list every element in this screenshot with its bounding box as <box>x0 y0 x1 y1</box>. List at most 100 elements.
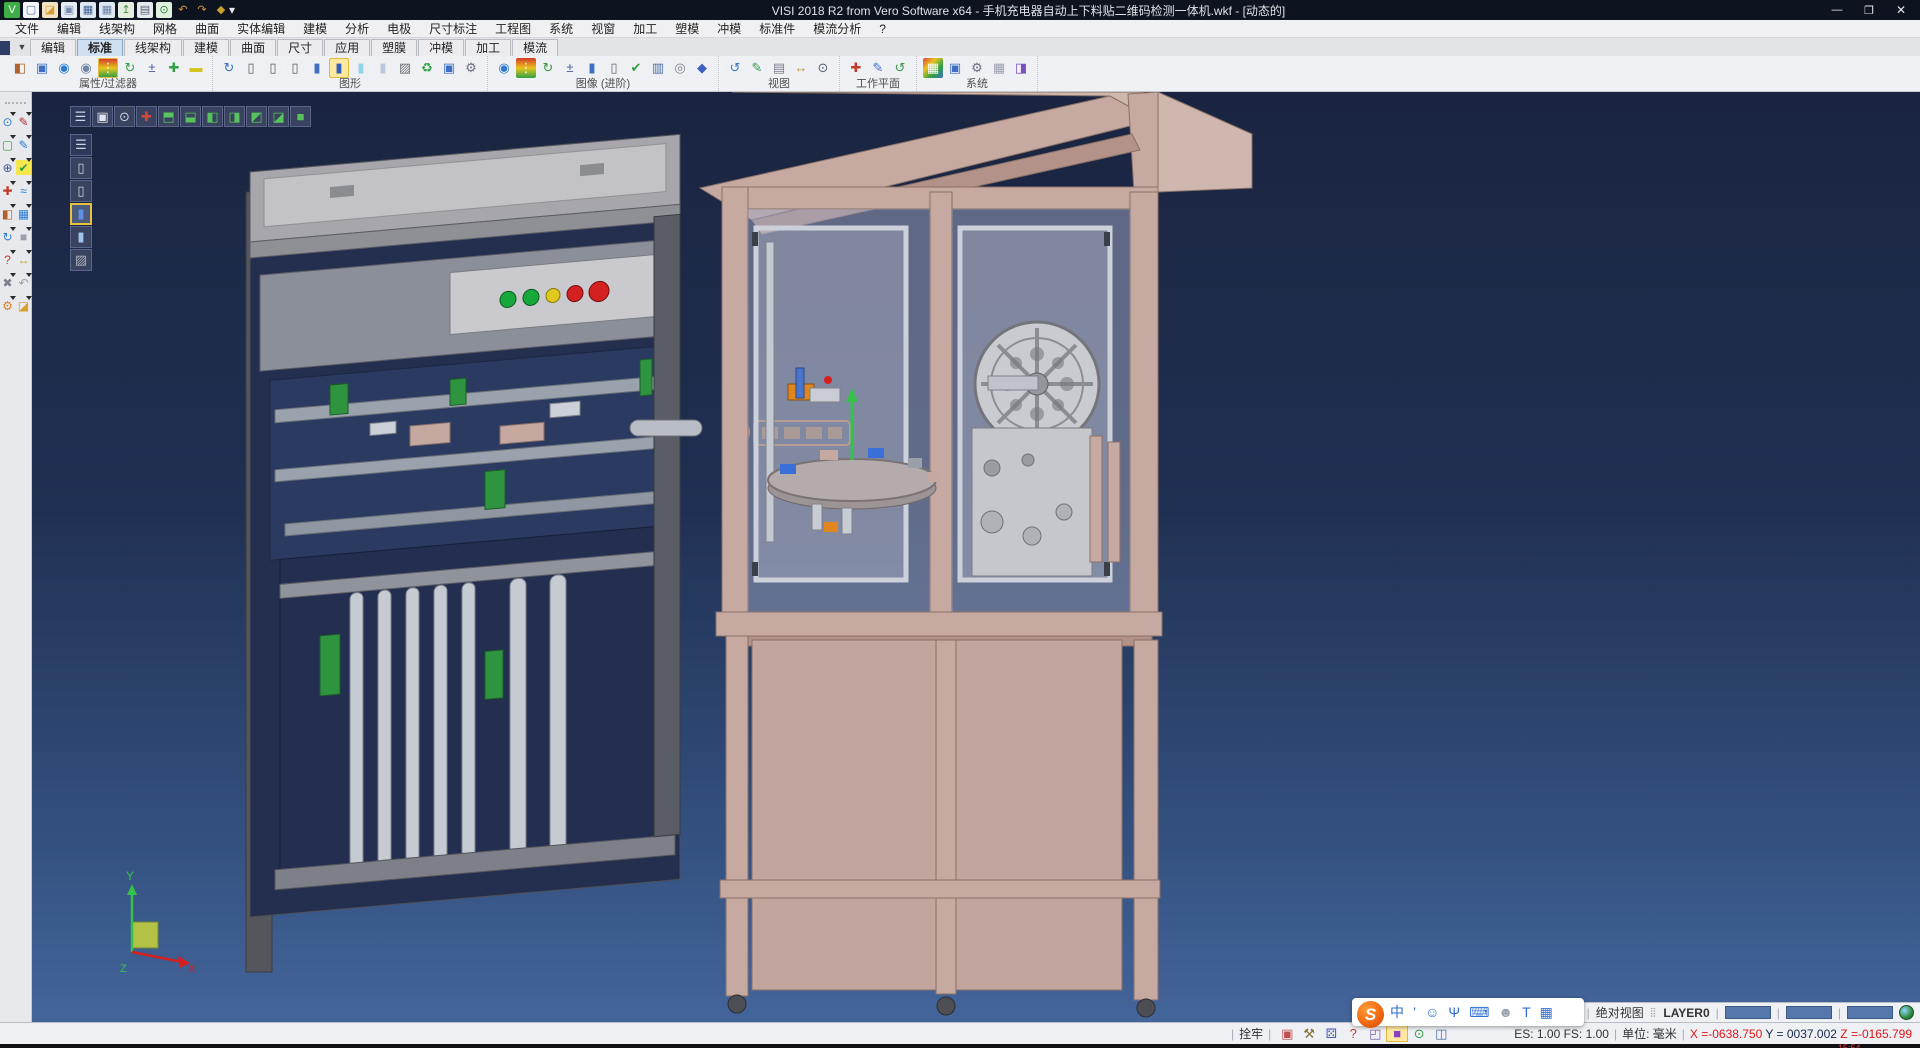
menu-item[interactable]: 实体编辑 <box>228 20 294 38</box>
redo-icon[interactable]: ↷ <box>194 2 210 18</box>
traffic-light-icon[interactable]: ⋮ <box>98 58 118 78</box>
layer-label[interactable]: LAYER0 <box>1663 1006 1709 1020</box>
status-cube-icon[interactable]: ■ <box>1386 1025 1408 1042</box>
tab-dimension[interactable]: 尺寸 <box>277 39 323 56</box>
fit-plane-icon[interactable]: ▢ <box>0 137 15 152</box>
ime-skin-icon[interactable]: T <box>1522 1005 1531 1019</box>
cylinder-recycle-icon[interactable]: ♻ <box>417 58 437 78</box>
shade-refresh-icon[interactable]: ↻ <box>219 58 239 78</box>
view-left-icon[interactable]: ◧ <box>202 106 223 127</box>
ime-person-icon[interactable]: ☻ <box>1498 1005 1513 1019</box>
save-icon[interactable]: ▦ <box>80 2 96 18</box>
status-split-icon[interactable]: ◫ <box>1430 1025 1452 1042</box>
eye-refresh-icon[interactable]: ↻ <box>120 58 140 78</box>
visi-logo-icon[interactable]: V <box>4 2 20 18</box>
menu-item[interactable]: ? <box>870 20 895 38</box>
view-front-icon[interactable]: ◩ <box>246 106 267 127</box>
display-tools-icon[interactable]: ⚙ <box>461 58 481 78</box>
ime-toolbox-icon[interactable]: ▦ <box>1540 1005 1553 1019</box>
recent-icon[interactable]: ◆ <box>213 2 229 18</box>
attr-images-icon[interactable]: ▣ <box>32 58 52 78</box>
view-section-icon[interactable]: ▤ <box>769 58 789 78</box>
ime-emoji-icon[interactable]: ☺ <box>1425 1005 1439 1019</box>
shade-hidden-icon[interactable]: ▯ <box>70 180 92 202</box>
machining-icon[interactable]: ⚙ <box>0 298 15 313</box>
adv-shield-icon[interactable]: ◆ <box>692 58 712 78</box>
measure-icon[interactable]: ↔ <box>16 252 31 267</box>
open-file-icon[interactable]: ◪ <box>42 2 58 18</box>
menu-item[interactable]: 工程图 <box>486 20 540 38</box>
maximize-button[interactable]: ❐ <box>1854 1 1884 19</box>
cylinder-shaded-active-icon[interactable]: ▮ <box>329 58 349 78</box>
cylinder-shaded-icon[interactable]: ▮ <box>307 58 327 78</box>
ime-logo-icon[interactable]: S <box>1357 1001 1384 1028</box>
attr-paint-icon[interactable]: ◧ <box>10 58 30 78</box>
cylinder-transparent-icon[interactable]: ▮ <box>351 58 371 78</box>
shade-wireframe-icon[interactable]: ▯ <box>70 157 92 179</box>
undo-tool-icon[interactable]: ↶ <box>16 275 31 290</box>
globe-icon[interactable] <box>1899 1005 1914 1020</box>
tab-edit[interactable]: 编辑 <box>30 39 76 56</box>
ime-mic-icon[interactable]: Ψ <box>1448 1005 1460 1019</box>
regen-icon[interactable]: ↻ <box>0 229 15 244</box>
edit-erase-icon[interactable]: ✎ <box>16 114 31 129</box>
status-help-icon[interactable]: ? <box>1342 1025 1364 1042</box>
tab-machining[interactable]: 加工 <box>465 39 511 56</box>
color-grid-icon[interactable]: ▦ <box>923 58 943 78</box>
view-back-icon[interactable]: ◪ <box>268 106 289 127</box>
menu-item[interactable]: 系统 <box>540 20 582 38</box>
menu-item[interactable]: 编辑 <box>48 20 90 38</box>
tab-dropdown-icon[interactable]: ▼ <box>14 39 30 56</box>
zoom-highlight-icon[interactable]: ⊙ <box>0 114 15 129</box>
undo-icon[interactable]: ↶ <box>175 2 191 18</box>
tab-modeling[interactable]: 建模 <box>183 39 229 56</box>
adv-refresh-icon[interactable]: ↻ <box>538 58 558 78</box>
layers-icon[interactable]: ◨ <box>1011 58 1031 78</box>
import-icon[interactable]: ▣ <box>61 2 77 18</box>
view-bottom-icon[interactable]: ⬓ <box>180 106 201 127</box>
help-query-icon[interactable]: ? <box>0 252 15 267</box>
adv-cylinder-blue-icon[interactable]: ▮ <box>582 58 602 78</box>
menu-item[interactable]: 模流分析 <box>804 20 870 38</box>
adv-traffic-icon[interactable]: ⋮ <box>516 58 536 78</box>
menu-item[interactable]: 塑模 <box>666 20 708 38</box>
menu-item[interactable]: 视窗 <box>582 20 624 38</box>
wcs-icon[interactable]: ✚ <box>0 183 15 198</box>
status-snap-icon[interactable]: ⚄ <box>1320 1025 1342 1042</box>
eye-minus-icon[interactable]: ▬ <box>186 58 206 78</box>
solid-cube-icon[interactable]: ■ <box>16 229 31 244</box>
menu-item[interactable]: 冲模 <box>708 20 750 38</box>
view-top-icon[interactable]: ⬒ <box>158 106 179 127</box>
ime-punct-icon[interactable]: ’ <box>1413 1005 1416 1019</box>
view-orbit-icon[interactable]: ↺ <box>725 58 745 78</box>
fit-view-icon[interactable]: ▣ <box>92 106 113 127</box>
menu-item[interactable]: 分析 <box>336 20 378 38</box>
spline-edit-icon[interactable]: ✎ <box>16 137 31 152</box>
workplane-reset-icon[interactable]: ↺ <box>890 58 910 78</box>
ime-keyboard-icon[interactable]: ⌨ <box>1469 1005 1489 1019</box>
view-name-label[interactable]: 绝对视图 <box>1596 1004 1644 1021</box>
adv-wireball-icon[interactable]: ◎ <box>670 58 690 78</box>
view-iso-icon[interactable]: ■ <box>290 106 311 127</box>
tab-progress[interactable]: 冲模 <box>418 39 464 56</box>
view-right-icon[interactable]: ◨ <box>224 106 245 127</box>
tab-surface[interactable]: 曲面 <box>230 39 276 56</box>
menu-item[interactable]: 标准件 <box>750 20 804 38</box>
adv-cylinder-wire-icon[interactable]: ▯ <box>604 58 624 78</box>
cylinder-wire-icon[interactable]: ▯ <box>241 58 261 78</box>
status-clock-icon[interactable]: ⊙ <box>1408 1025 1430 1042</box>
workplane-edit-icon[interactable]: ✎ <box>868 58 888 78</box>
shade-edges-icon[interactable]: ▮ <box>70 226 92 248</box>
export-icon[interactable]: ↥ <box>118 2 134 18</box>
toolbar-grip[interactable] <box>5 102 26 108</box>
workplane-xyz-icon[interactable]: ✚ <box>846 58 866 78</box>
adv-eye-icon[interactable]: ◉ <box>494 58 514 78</box>
cylinder-flat-icon[interactable]: ▮ <box>373 58 393 78</box>
close-button[interactable]: ✕ <box>1886 1 1916 19</box>
menu-item[interactable]: 尺寸标注 <box>420 20 486 38</box>
shade-translucent-icon[interactable]: ▨ <box>70 249 92 271</box>
menu-item[interactable]: 建模 <box>294 20 336 38</box>
tab-wireframe[interactable]: 线架构 <box>124 39 182 56</box>
menu-item[interactable]: 电极 <box>378 20 420 38</box>
monitor-icon[interactable]: ▣ <box>945 58 965 78</box>
